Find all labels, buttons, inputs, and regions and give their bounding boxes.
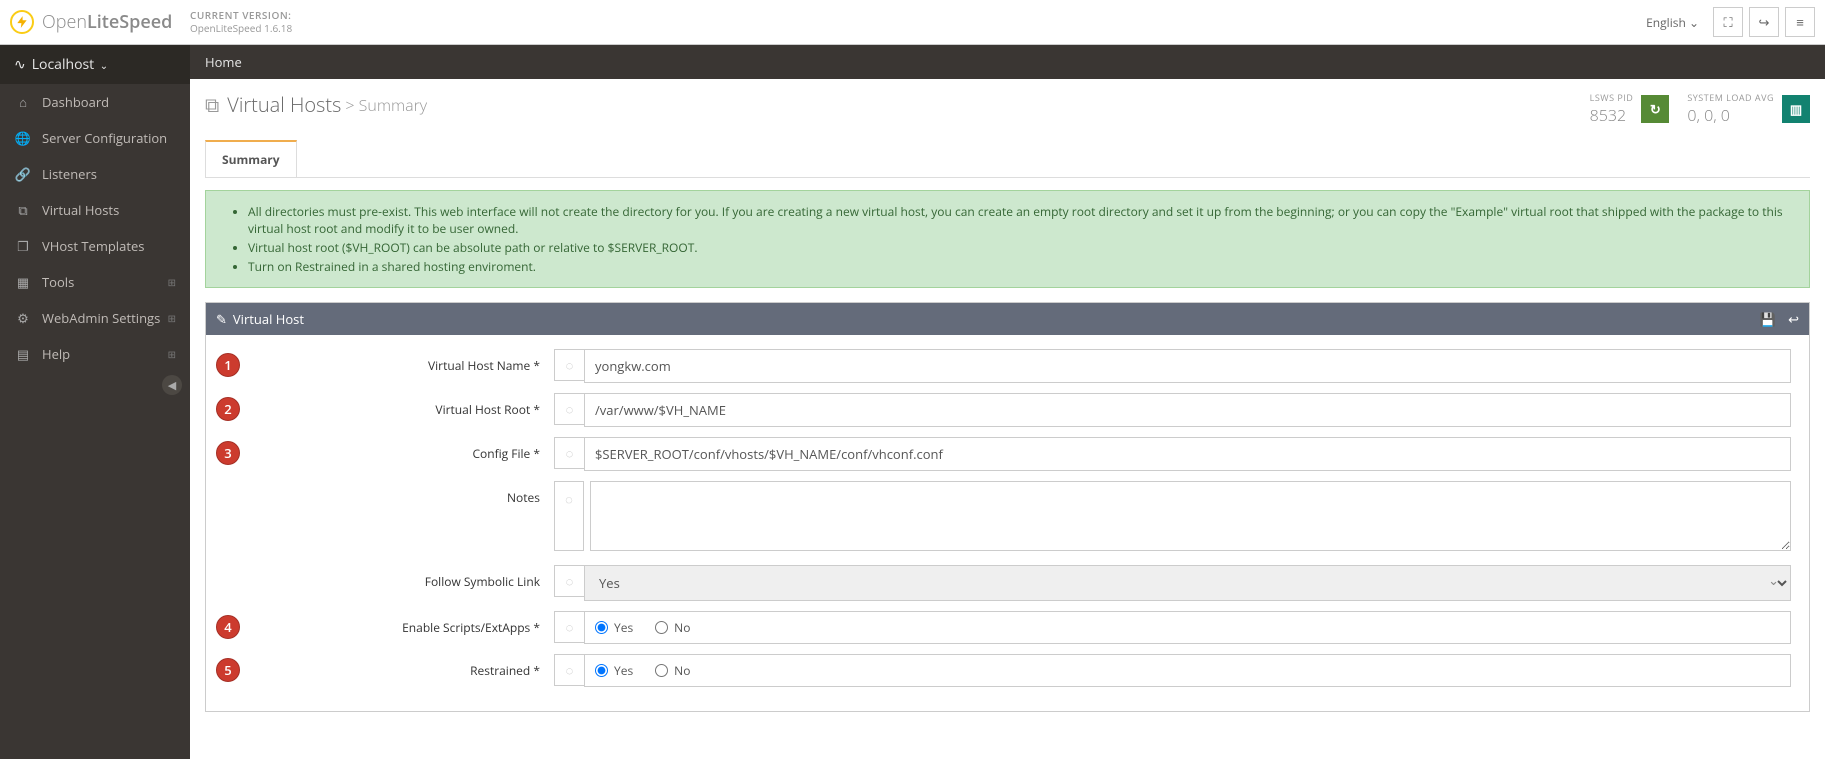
help-icon[interactable]: ◌ [554, 481, 584, 551]
logout-button[interactable]: ↪ [1749, 7, 1779, 37]
grid-icon: ▦ [14, 273, 32, 291]
page-title: ⧉ Virtual Hosts > Summary [205, 91, 427, 118]
vh-name-label: Virtual Host Name * [428, 357, 540, 374]
pid-stat: LSWS PID 8532 [1590, 91, 1634, 126]
sidebar-item-help[interactable]: ▤Help⊞ [0, 336, 190, 372]
annotation-3: 3 [216, 441, 240, 465]
scripts-yes-radio[interactable]: Yes [595, 619, 633, 636]
chevron-down-icon: ⌄ [100, 58, 108, 72]
sidebar-item-server-config[interactable]: 🌐Server Configuration [0, 120, 190, 156]
edit-icon: ✎ [216, 310, 227, 328]
menu-button[interactable]: ≡ [1785, 7, 1815, 37]
notice-item: Turn on Restrained in a shared hosting e… [248, 258, 1795, 275]
version-block: CURRENT VERSION: OpenLiteSpeed 1.6.18 [190, 9, 292, 35]
expand-icon: ⊞ [168, 311, 176, 325]
save-button[interactable]: 💾 [1760, 310, 1776, 328]
panel-title: Virtual Host [233, 310, 304, 328]
language-selector[interactable]: English ⌄ [1638, 10, 1707, 35]
annotation-1: 1 [216, 353, 240, 377]
info-notice: All directories must pre-exist. This web… [205, 190, 1810, 288]
home-icon: ⌂ [14, 93, 32, 111]
help-icon[interactable]: ◌ [554, 437, 584, 469]
help-icon[interactable]: ◌ [554, 611, 584, 643]
logo: OpenLiteSpeed [10, 10, 190, 34]
help-icon[interactable]: ◌ [554, 393, 584, 425]
sidebar-item-vhost-templates[interactable]: ❐VHost Templates [0, 228, 190, 264]
virtual-host-panel: ✎ Virtual Host 💾 ↩ 1Virtual Host Name * … [205, 302, 1810, 712]
expand-icon: ⊞ [168, 347, 176, 361]
sidebar-item-dashboard[interactable]: ⌂Dashboard [0, 84, 190, 120]
restrained-no-radio[interactable]: No [655, 662, 690, 679]
tab-summary[interactable]: Summary [205, 140, 297, 177]
scripts-label: Enable Scripts/ExtApps * [402, 619, 540, 636]
help-icon[interactable]: ◌ [554, 565, 584, 597]
notes-input[interactable] [590, 481, 1791, 551]
gear-icon: ⚙ [14, 309, 32, 327]
config-file-input[interactable] [584, 437, 1791, 471]
notes-label: Notes [507, 489, 540, 506]
restart-button[interactable]: ↻ [1641, 95, 1669, 123]
logo-icon [10, 10, 34, 34]
notice-item: Virtual host root ($VH_ROOT) can be abso… [248, 239, 1795, 256]
tabs: Summary [205, 140, 1810, 178]
help-icon[interactable]: ◌ [554, 654, 584, 686]
virtual-hosts-icon: ⧉ [205, 91, 219, 118]
restrained-yes-radio[interactable]: Yes [595, 662, 633, 679]
sidebar-item-virtual-hosts[interactable]: ⧉Virtual Hosts [0, 192, 190, 228]
annotation-4: 4 [216, 615, 240, 639]
realtime-stats-button[interactable]: ▥ [1782, 95, 1810, 123]
sidebar-item-webadmin[interactable]: ⚙WebAdmin Settings⊞ [0, 300, 190, 336]
book-icon: ▤ [14, 345, 32, 363]
expand-icon: ⊞ [168, 275, 176, 289]
back-button[interactable]: ↩ [1788, 310, 1799, 328]
help-icon[interactable]: ◌ [554, 349, 584, 381]
breadcrumb: Home [190, 45, 1825, 79]
clone-icon: ❐ [14, 237, 32, 255]
globe-icon: 🌐 [14, 129, 32, 147]
vh-name-input[interactable] [584, 349, 1791, 383]
version-value: OpenLiteSpeed 1.6.18 [190, 22, 292, 35]
chevron-down-icon: ⌄ [1689, 14, 1699, 31]
vh-root-label: Virtual Host Root * [435, 401, 540, 418]
sidebar-collapse-button[interactable]: ◀ [162, 375, 182, 395]
annotation-2: 2 [216, 397, 240, 421]
notice-item: All directories must pre-exist. This web… [248, 203, 1795, 237]
fullscreen-button[interactable]: ⛶ [1713, 7, 1743, 37]
top-bar: OpenLiteSpeed CURRENT VERSION: OpenLiteS… [0, 0, 1825, 45]
config-file-label: Config File * [472, 445, 540, 462]
sidebar-host[interactable]: ∿Localhost ⌄ [0, 45, 190, 84]
sidebar-item-tools[interactable]: ▦Tools⊞ [0, 264, 190, 300]
restrained-label: Restrained * [470, 662, 540, 679]
link-icon: 🔗 [14, 165, 32, 183]
signal-icon: ∿ [14, 55, 26, 74]
scripts-no-radio[interactable]: No [655, 619, 690, 636]
vh-root-input[interactable] [584, 393, 1791, 427]
load-stat: SYSTEM LOAD AVG 0, 0, 0 [1687, 91, 1774, 126]
sidebar-item-listeners[interactable]: 🔗Listeners [0, 156, 190, 192]
sidebar: ∿Localhost ⌄ ⌂Dashboard 🌐Server Configur… [0, 45, 190, 759]
symlink-select[interactable]: Yes [584, 565, 1791, 601]
symlink-label: Follow Symbolic Link [425, 573, 540, 590]
logo-text: OpenLiteSpeed [42, 10, 172, 34]
sitemap-icon: ⧉ [14, 201, 32, 219]
annotation-5: 5 [216, 658, 240, 682]
